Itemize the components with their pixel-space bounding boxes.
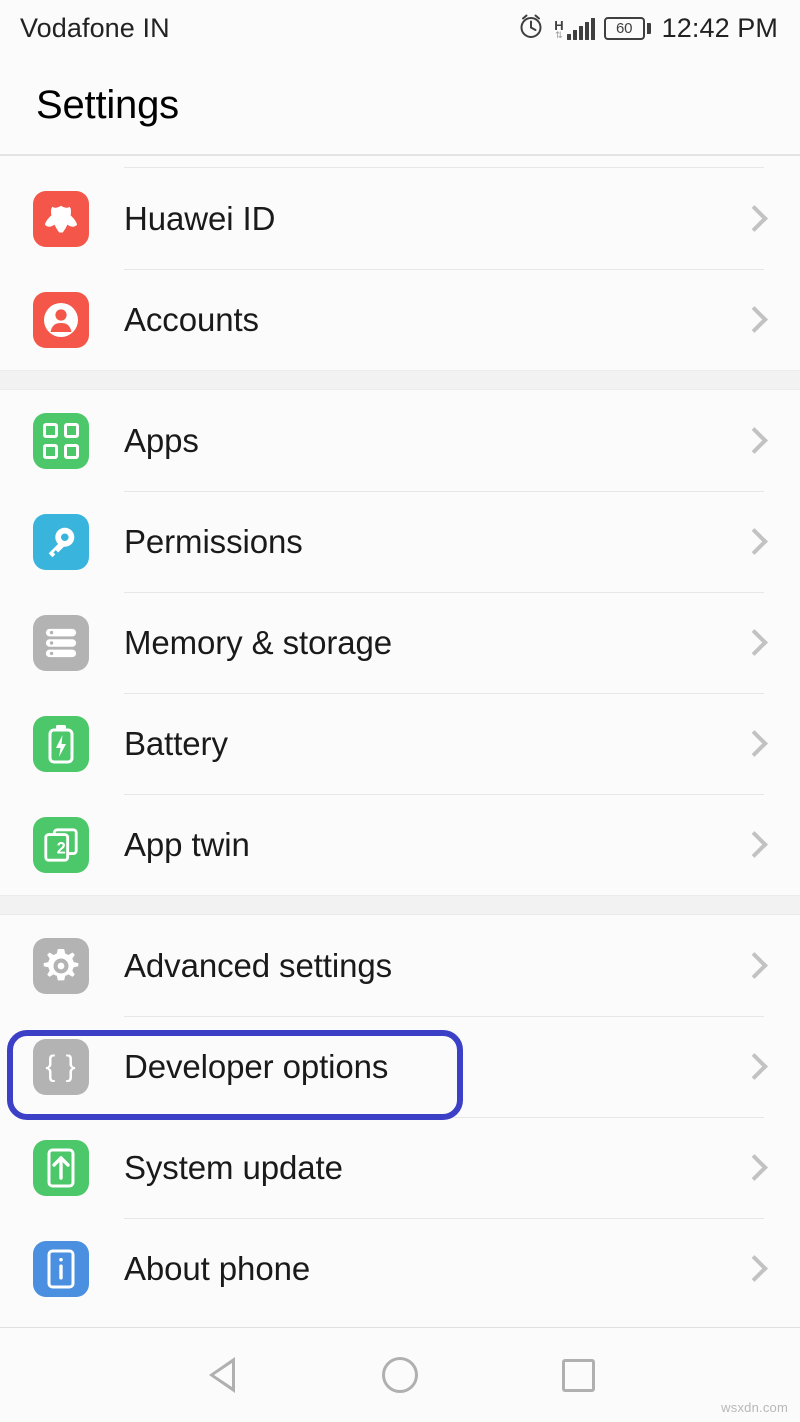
settings-row-label: Battery xyxy=(124,724,228,762)
code-braces-icon: { } xyxy=(33,1038,89,1095)
signal-bar-4 xyxy=(584,21,589,40)
list-top-divider xyxy=(0,156,800,168)
status-bar: Vodafone IN H ⇅ 60 12:42 PM xyxy=(0,0,800,57)
group-separator xyxy=(0,370,800,390)
chevron-right-icon xyxy=(743,1052,761,1082)
key-icon xyxy=(33,513,89,570)
battery-bolt-icon xyxy=(33,715,89,772)
signal-bar-5 xyxy=(590,17,595,40)
settings-row-label: Permissions xyxy=(124,522,303,560)
settings-row-label: Huawei ID xyxy=(124,199,276,237)
braces-glyph: { } xyxy=(45,1049,77,1083)
page-title: Settings xyxy=(36,83,179,127)
phone-arrow-up-icon xyxy=(33,1139,89,1196)
watermark-label: wsxdn.com xyxy=(721,1400,788,1415)
settings-row-about-phone[interactable]: About phone xyxy=(0,1218,800,1319)
phone-info-icon xyxy=(33,1240,89,1297)
chevron-right-icon xyxy=(743,1153,761,1183)
settings-list[interactable]: Huawei ID Accounts Apps Permissions Memo… xyxy=(0,156,800,1327)
chevron-right-icon xyxy=(743,426,761,456)
settings-row-label: Accounts xyxy=(124,300,259,338)
settings-row-label: Developer options xyxy=(124,1047,389,1085)
apps-grid-cell-2 xyxy=(64,422,79,438)
nav-back-button[interactable] xyxy=(172,1328,272,1422)
signal-bar-2 xyxy=(572,29,577,40)
settings-group-accounts: Huawei ID Accounts xyxy=(0,168,800,370)
settings-row-label: About phone xyxy=(124,1249,311,1287)
chevron-right-icon xyxy=(743,1254,761,1284)
chevron-right-icon xyxy=(743,204,761,234)
battery-cap xyxy=(646,23,651,34)
settings-row-huawei-id[interactable]: Huawei ID xyxy=(0,168,800,269)
status-icons: H ⇅ 60 12:42 PM xyxy=(517,12,778,45)
carrier-label: Vodafone IN xyxy=(20,13,170,43)
settings-row-apps[interactable]: Apps xyxy=(0,390,800,491)
home-circle-icon xyxy=(382,1357,418,1393)
chevron-right-icon xyxy=(743,951,761,981)
settings-row-battery[interactable]: Battery xyxy=(0,693,800,794)
battery-level-label: 60 xyxy=(615,20,633,37)
settings-group-system: Apps Permissions Memory & storage Batter… xyxy=(0,390,800,895)
chevron-right-icon xyxy=(743,830,761,860)
settings-row-advanced-settings[interactable]: Advanced settings xyxy=(0,915,800,1016)
alarm-clock-icon xyxy=(517,12,545,45)
apps-grid-icon xyxy=(33,412,89,469)
settings-row-developer-options[interactable]: { } Developer options xyxy=(0,1016,800,1117)
gear-icon xyxy=(33,937,89,994)
apps-grid-cell-1 xyxy=(43,422,58,438)
signal-bars-icon: H ⇅ xyxy=(554,17,595,40)
battery-icon: 60 xyxy=(603,17,651,40)
settings-group-advanced: Advanced settings { } Developer options xyxy=(0,915,800,1319)
settings-row-system-update[interactable]: System update xyxy=(0,1117,800,1218)
title-bar: Settings xyxy=(0,57,800,154)
back-triangle-icon xyxy=(209,1357,235,1393)
settings-row-memory-storage[interactable]: Memory & storage xyxy=(0,592,800,693)
network-type-indicator: H ⇅ xyxy=(554,17,564,40)
settings-row-accounts[interactable]: Accounts xyxy=(0,269,800,370)
navigation-bar xyxy=(0,1328,800,1422)
person-icon xyxy=(33,291,89,348)
chevron-right-icon xyxy=(743,527,761,557)
settings-row-label: Apps xyxy=(124,421,199,459)
group-separator xyxy=(0,895,800,915)
battery-body: 60 xyxy=(603,17,645,40)
network-arrows-label: ⇅ xyxy=(555,29,563,40)
phone-screen: Vodafone IN H ⇅ 60 12:42 PM Settings Hua… xyxy=(0,0,800,1422)
storage-stack-icon xyxy=(33,614,89,671)
apps-grid-cell-3 xyxy=(43,443,58,459)
settings-row-permissions[interactable]: Permissions xyxy=(0,491,800,592)
network-type-label: H xyxy=(554,17,564,33)
settings-row-label: App twin xyxy=(124,825,250,863)
signal-bar-3 xyxy=(578,25,583,40)
chevron-right-icon xyxy=(743,305,761,335)
nav-home-button[interactable] xyxy=(350,1328,450,1422)
signal-bar-1 xyxy=(566,33,571,40)
nav-recents-button[interactable] xyxy=(528,1328,628,1422)
signal-bar-group xyxy=(566,17,595,40)
settings-row-app-twin[interactable]: 2 App twin xyxy=(0,794,800,895)
chevron-right-icon xyxy=(743,628,761,658)
settings-row-label: Advanced settings xyxy=(124,946,392,984)
apps-grid-cell-4 xyxy=(64,443,79,459)
recents-square-icon xyxy=(561,1358,595,1392)
svg-text:2: 2 xyxy=(57,839,66,857)
chevron-right-icon xyxy=(743,729,761,759)
clock-label: 12:42 PM xyxy=(661,13,778,43)
settings-row-label: Memory & storage xyxy=(124,623,392,661)
app-twin-icon: 2 xyxy=(33,816,89,873)
settings-row-label: System update xyxy=(124,1148,343,1186)
huawei-logo-icon xyxy=(33,190,89,247)
